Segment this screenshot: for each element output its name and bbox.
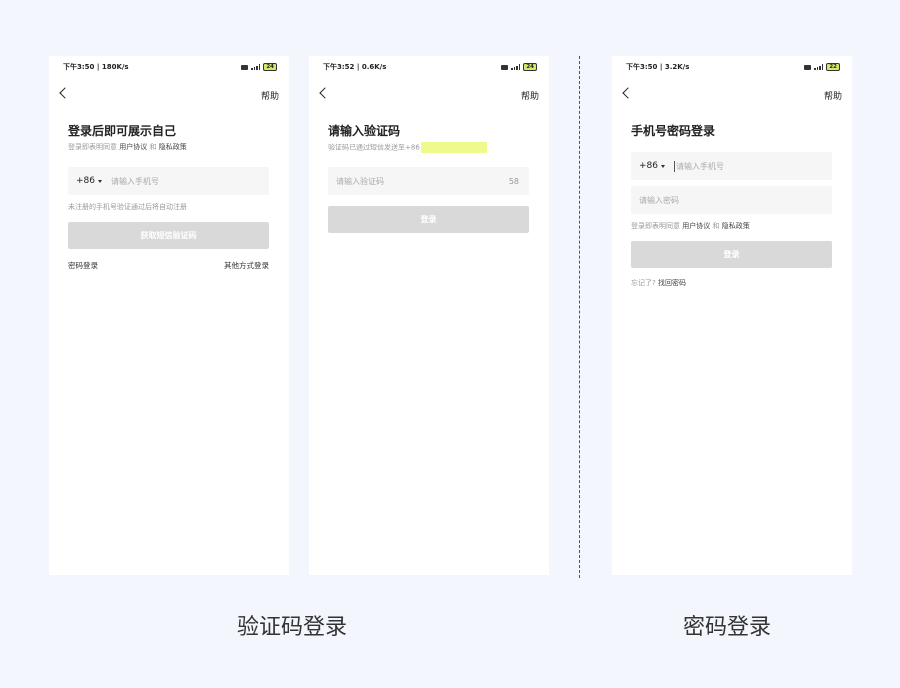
status-bar: 下午3:50 | 3.2K/s 22 <box>626 62 840 72</box>
phone-number-redaction <box>420 142 487 153</box>
sms-code-screen: 下午3:52 | 0.6K/s 24 帮助 请输入验证码 验证码已通过短信发送至… <box>309 56 549 575</box>
nav-bar: 帮助 <box>57 86 281 104</box>
text-cursor <box>674 160 675 172</box>
caption-sms-login: 验证码登录 <box>237 615 348 640</box>
signal-icon <box>251 64 261 70</box>
login-button[interactable]: 登录 <box>631 241 832 268</box>
status-time: 下午3:50 | 180K/s <box>63 63 129 71</box>
phone-placeholder: 请输入手机号 <box>676 161 724 171</box>
phone-placeholder: 请输入手机号 <box>111 176 159 186</box>
nav-bar: 帮助 <box>620 86 844 104</box>
login-button[interactable]: 登录 <box>328 206 529 233</box>
page-title: 登录后即可展示自己 <box>68 124 177 138</box>
get-sms-code-button[interactable]: 获取短信验证码 <box>68 222 269 249</box>
password-login-link[interactable]: 密码登录 <box>68 260 98 271</box>
phone-input[interactable]: +86 请输入手机号 <box>631 152 832 180</box>
forgot-password-row: 忘记了? 找回密码 <box>631 279 686 287</box>
sim-icon <box>804 64 812 70</box>
privacy-policy-link[interactable]: 隐私政策 <box>722 222 750 230</box>
agreement-text: 登录即表明同意 用户协议 和 隐私政策 <box>68 143 187 151</box>
user-agreement-link[interactable]: 用户协议 <box>682 222 710 230</box>
sim-icon <box>501 64 509 70</box>
status-bar: 下午3:50 | 180K/s 24 <box>63 62 277 72</box>
password-input[interactable]: 请输入密码 <box>631 186 832 214</box>
signal-icon <box>814 64 824 70</box>
sim-icon <box>241 64 249 70</box>
chevron-down-icon <box>661 164 665 168</box>
countdown-timer: 58 <box>508 176 519 186</box>
page-title: 手机号密码登录 <box>631 124 716 138</box>
code-sent-text: 验证码已通过短信发送至+86 <box>328 142 487 153</box>
battery-icon: 24 <box>263 63 277 71</box>
help-link[interactable]: 帮助 <box>261 89 279 102</box>
sms-login-phone-screen: 下午3:50 | 180K/s 24 帮助 登录后即可展示自己 登录即表明同意 … <box>49 56 289 575</box>
country-code-select[interactable]: +86 <box>639 161 665 171</box>
status-time: 下午3:52 | 0.6K/s <box>323 63 387 71</box>
other-login-link[interactable]: 其他方式登录 <box>224 260 269 271</box>
code-placeholder: 请输入验证码 <box>336 176 384 186</box>
caption-password-login: 密码登录 <box>683 615 772 640</box>
help-link[interactable]: 帮助 <box>824 89 842 102</box>
battery-icon: 24 <box>523 63 537 71</box>
back-icon[interactable] <box>59 87 71 99</box>
battery-icon: 22 <box>826 63 840 71</box>
back-icon[interactable] <box>622 87 634 99</box>
help-link[interactable]: 帮助 <box>521 89 539 102</box>
country-code-select[interactable]: +86 <box>76 176 102 186</box>
user-agreement-link[interactable]: 用户协议 <box>119 143 147 151</box>
page-title: 请输入验证码 <box>328 124 401 138</box>
chevron-down-icon <box>98 179 102 183</box>
code-input[interactable]: 请输入验证码 58 <box>328 167 529 195</box>
password-placeholder: 请输入密码 <box>639 195 679 205</box>
password-login-screen: 下午3:50 | 3.2K/s 22 帮助 手机号密码登录 +86 请输入手机号… <box>612 56 852 575</box>
agreement-text: 登录即表明同意 用户协议 和 隐私政策 <box>631 222 750 230</box>
back-icon[interactable] <box>319 87 331 99</box>
divider <box>579 56 580 578</box>
auto-register-note: 未注册的手机号验证通过后将自动注册 <box>68 203 187 211</box>
status-bar: 下午3:52 | 0.6K/s 24 <box>323 62 537 72</box>
phone-input[interactable]: +86 请输入手机号 <box>68 167 269 195</box>
status-time: 下午3:50 | 3.2K/s <box>626 63 690 71</box>
signal-icon <box>511 64 521 70</box>
nav-bar: 帮助 <box>317 86 541 104</box>
recover-password-link[interactable]: 找回密码 <box>658 279 686 287</box>
privacy-policy-link[interactable]: 隐私政策 <box>159 143 187 151</box>
